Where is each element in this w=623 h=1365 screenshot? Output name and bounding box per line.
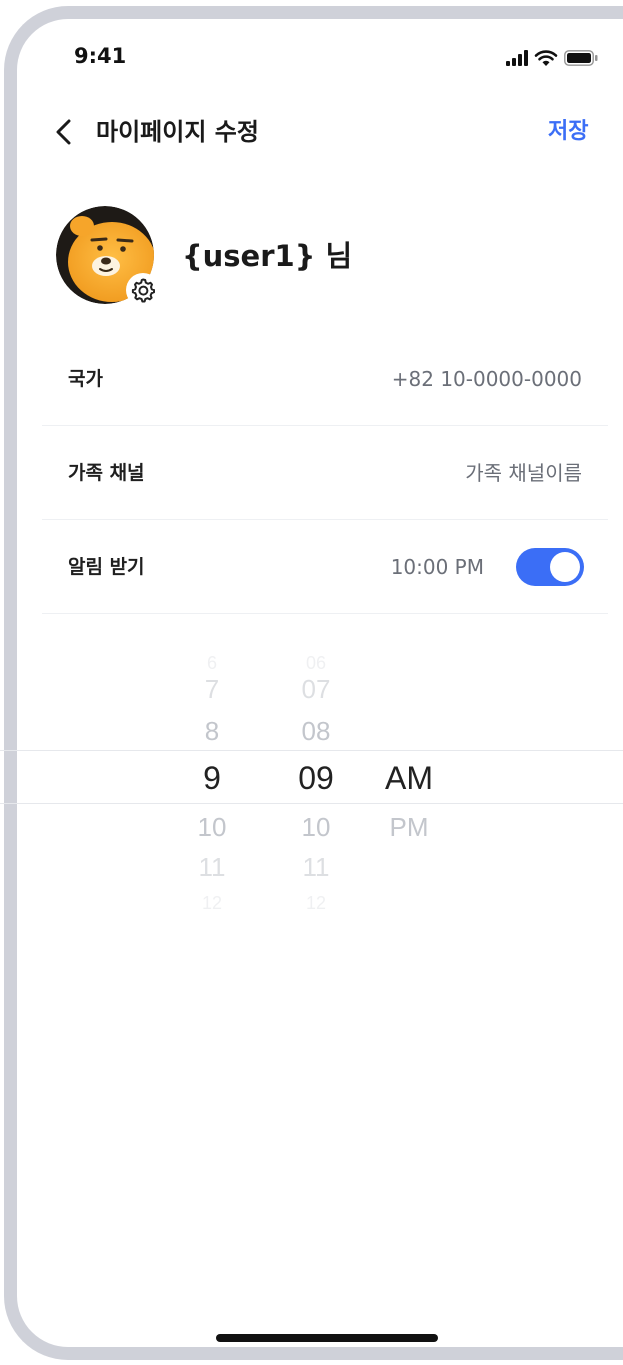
status-icons bbox=[506, 46, 598, 70]
user-name: {user1} 님 bbox=[182, 239, 353, 273]
minute-option[interactable]: 12 bbox=[276, 888, 356, 918]
notification-toggle[interactable] bbox=[516, 548, 584, 586]
minute-selected[interactable]: 09 bbox=[276, 758, 356, 798]
home-indicator[interactable] bbox=[216, 1334, 438, 1342]
device: 9:41 마이페이지 수정 저장 {user1} 님 국가 +82 10-000… bbox=[0, 0, 623, 1365]
hour-option[interactable]: 10 bbox=[172, 812, 252, 842]
country-value: +82 10-0000-0000 bbox=[391, 367, 582, 391]
toggle-knob bbox=[550, 552, 580, 582]
notification-row: 알림 받기 10:00 PM bbox=[42, 520, 608, 614]
period-option[interactable]: PM bbox=[374, 812, 444, 842]
page-title: 마이페이지 수정 bbox=[96, 118, 259, 146]
minute-option[interactable]: 07 bbox=[276, 674, 356, 704]
country-row[interactable]: 국가 +82 10-0000-0000 bbox=[42, 332, 608, 426]
notification-label: 알림 받기 bbox=[68, 556, 145, 578]
notification-time[interactable]: 10:00 PM bbox=[391, 554, 484, 580]
chevron-left-icon bbox=[56, 119, 71, 145]
time-picker[interactable]: 6 7 8 9 10 11 12 06 07 08 09 10 11 12 AM… bbox=[0, 640, 623, 920]
status-time: 9:41 bbox=[74, 44, 127, 68]
period-selected[interactable]: AM bbox=[374, 758, 444, 798]
screen: 9:41 마이페이지 수정 저장 {user1} 님 국가 +82 10-000… bbox=[0, 0, 623, 1365]
minute-option[interactable]: 10 bbox=[276, 812, 356, 842]
minute-option[interactable]: 08 bbox=[276, 716, 356, 746]
hour-option[interactable]: 11 bbox=[172, 852, 252, 882]
minute-option[interactable]: 11 bbox=[276, 852, 356, 882]
back-button[interactable] bbox=[48, 112, 78, 152]
edit-avatar-button[interactable] bbox=[126, 273, 160, 307]
cellular-signal-icon bbox=[506, 50, 528, 66]
period-column[interactable]: AM PM bbox=[374, 640, 444, 920]
gear-icon bbox=[131, 278, 155, 303]
battery-icon bbox=[564, 50, 598, 66]
hour-column[interactable]: 6 7 8 9 10 11 12 bbox=[172, 640, 252, 920]
family-channel-label: 가족 채널 bbox=[68, 462, 145, 484]
wifi-icon bbox=[534, 50, 558, 66]
hour-option[interactable]: 8 bbox=[172, 716, 252, 746]
country-label: 국가 bbox=[68, 368, 103, 390]
hour-option[interactable]: 12 bbox=[172, 888, 252, 918]
minute-column[interactable]: 06 07 08 09 10 11 12 bbox=[276, 640, 356, 920]
family-channel-row[interactable]: 가족 채널 가족 채널이름 bbox=[42, 426, 608, 520]
save-button[interactable]: 저장 bbox=[548, 114, 588, 150]
hour-selected[interactable]: 9 bbox=[172, 758, 252, 798]
hour-option[interactable]: 7 bbox=[172, 674, 252, 704]
family-channel-value: 가족 채널이름 bbox=[465, 461, 582, 485]
